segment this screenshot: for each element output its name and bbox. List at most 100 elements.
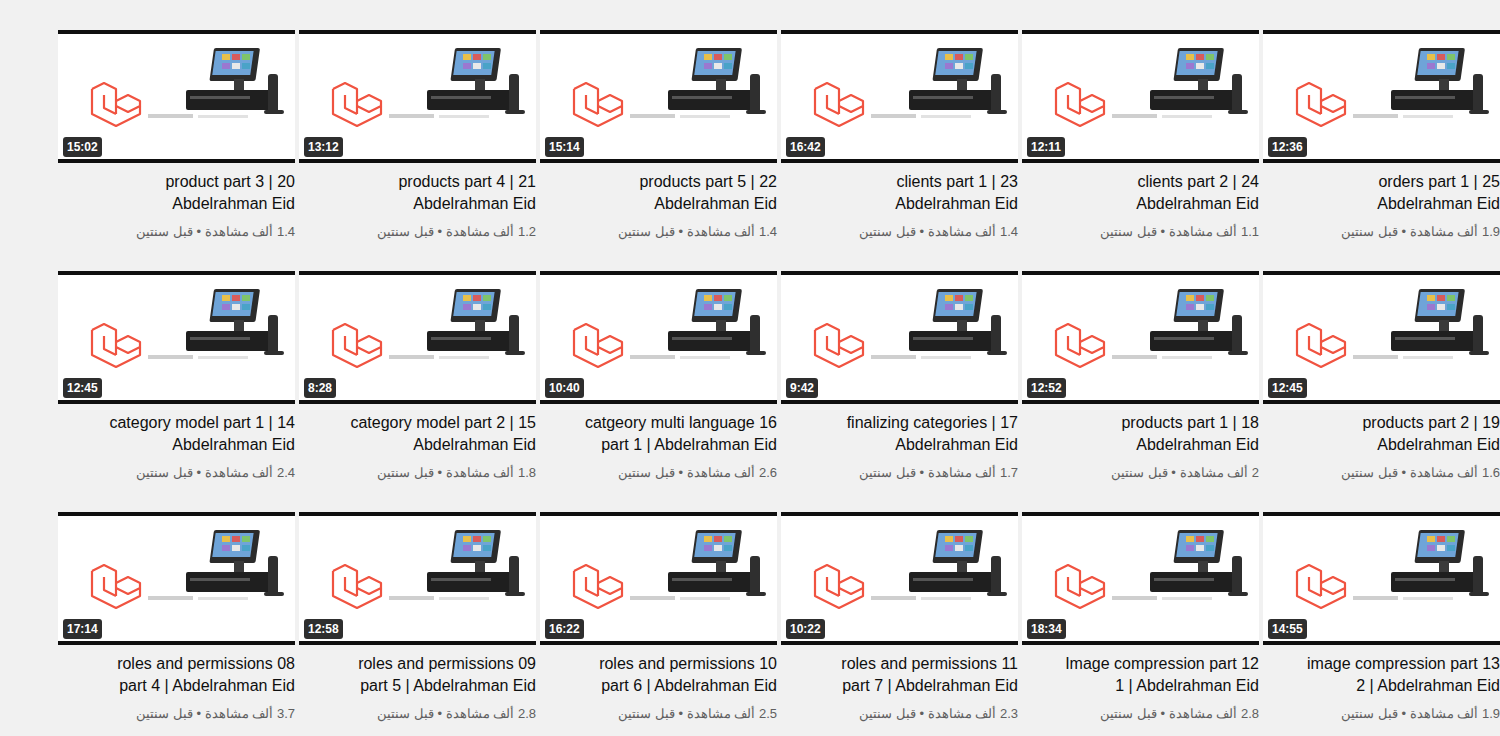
- title-line[interactable]: roles and permissions 08: [58, 653, 295, 675]
- video-title[interactable]: Image compression part 121 | Abdelrahman…: [1022, 653, 1259, 697]
- title-line[interactable]: part 5 | Abdelrahman Eid: [299, 675, 536, 697]
- video-title[interactable]: orders part 1 | 25Abdelrahman Eid: [1263, 171, 1500, 215]
- title-line[interactable]: clients part 2 | 24: [1022, 171, 1259, 193]
- video-meta: 2.8 ألف مشاهدة • قبل سنتين: [1022, 705, 1259, 723]
- video-thumbnail[interactable]: 18:34: [1022, 512, 1259, 645]
- video-card[interactable]: 18:34 Image compression part 121 | Abdelr…: [1022, 512, 1259, 723]
- title-line[interactable]: products part 1 | 18: [1022, 412, 1259, 434]
- title-line[interactable]: part 4 | Abdelrahman Eid: [58, 675, 295, 697]
- video-thumbnail[interactable]: 9:42: [781, 271, 1018, 404]
- video-title[interactable]: clients part 1 | 23Abdelrahman Eid: [781, 171, 1018, 215]
- title-line[interactable]: product part 3 | 20: [58, 171, 295, 193]
- title-line[interactable]: Abdelrahman Eid: [299, 434, 536, 456]
- video-title[interactable]: roles and permissions 08part 4 | Abdelra…: [58, 653, 295, 697]
- video-card[interactable]: 17:14 roles and permissions 08part 4 | Ab…: [58, 512, 295, 723]
- title-line[interactable]: Abdelrahman Eid: [781, 434, 1018, 456]
- title-line[interactable]: category model part 2 | 15: [299, 412, 536, 434]
- video-thumbnail[interactable]: 8:28: [299, 271, 536, 404]
- video-meta: 1.4 ألف مشاهدة • قبل سنتين: [540, 223, 777, 241]
- video-card[interactable]: 15:14 products part 5 | 22Abdelrahman Eid…: [540, 30, 777, 241]
- title-line[interactable]: 2 | Abdelrahman Eid: [1263, 675, 1500, 697]
- video-title[interactable]: category model part 2 | 15Abdelrahman Ei…: [299, 412, 536, 456]
- video-thumbnail[interactable]: 12:36: [1263, 30, 1500, 163]
- video-thumbnail[interactable]: 12:45: [1263, 271, 1500, 404]
- title-line[interactable]: part 7 | Abdelrahman Eid: [781, 675, 1018, 697]
- video-title[interactable]: roles and permissions 11part 7 | Abdelra…: [781, 653, 1018, 697]
- video-thumbnail[interactable]: 13:12: [299, 30, 536, 163]
- video-card[interactable]: 10:40 catgeory multi language 16part 1 | …: [540, 271, 777, 482]
- video-title[interactable]: catgeory multi language 16part 1 | Abdel…: [540, 412, 777, 456]
- duration-badge: 17:14: [63, 619, 102, 639]
- duration-badge: 16:22: [545, 619, 584, 639]
- video-meta: 1.6 ألف مشاهدة • قبل سنتين: [1263, 464, 1500, 482]
- video-title[interactable]: product part 3 | 20Abdelrahman Eid: [58, 171, 295, 215]
- video-title[interactable]: finalizing categories | 17Abdelrahman Ei…: [781, 412, 1018, 456]
- duration-badge: 12:45: [63, 378, 102, 398]
- video-card[interactable]: 12:36 orders part 1 | 25Abdelrahman Eid 1.…: [1263, 30, 1500, 241]
- video-meta: 1.2 ألف مشاهدة • قبل سنتين: [299, 223, 536, 241]
- video-title[interactable]: roles and permissions 10part 6 | Abdelra…: [540, 653, 777, 697]
- title-line[interactable]: roles and permissions 09: [299, 653, 536, 675]
- video-title[interactable]: category model part 1 | 14Abdelrahman Ei…: [58, 412, 295, 456]
- video-card[interactable]: 16:22 roles and permissions 10part 6 | Ab…: [540, 512, 777, 723]
- title-line[interactable]: products part 4 | 21: [299, 171, 536, 193]
- title-line[interactable]: roles and permissions 11: [781, 653, 1018, 675]
- title-line[interactable]: roles and permissions 10: [540, 653, 777, 675]
- video-card[interactable]: 15:02product part 3 | 20Abdelrahman Eid1…: [58, 30, 295, 241]
- title-line[interactable]: part 1 | Abdelrahman Eid: [540, 434, 777, 456]
- video-meta: 1.9 ألف مشاهدة • قبل سنتين: [1263, 223, 1500, 241]
- video-title[interactable]: products part 2 | 19Abdelrahman Eid: [1263, 412, 1500, 456]
- duration-badge: 12:58: [304, 619, 343, 639]
- title-line[interactable]: products part 2 | 19: [1263, 412, 1500, 434]
- video-card[interactable]: 12:45 products part 2 | 19Abdelrahman Eid…: [1263, 271, 1500, 482]
- video-card[interactable]: 13:12 products part 4 | 21Abdelrahman Eid…: [299, 30, 536, 241]
- title-line[interactable]: Abdelrahman Eid: [1263, 434, 1500, 456]
- title-line[interactable]: finalizing categories | 17: [781, 412, 1018, 434]
- title-line[interactable]: Image compression part 12: [1022, 653, 1259, 675]
- title-line[interactable]: Abdelrahman Eid: [1263, 193, 1500, 215]
- video-title[interactable]: image compression part 132 | Abdelrahman…: [1263, 653, 1500, 697]
- video-thumbnail[interactable]: 16:22: [540, 512, 777, 645]
- video-card[interactable]: 8:28 category model part 2 | 15Abdelrahma…: [299, 271, 536, 482]
- video-card[interactable]: 12:45 category model part 1 | 14Abdelrahm…: [58, 271, 295, 482]
- title-line[interactable]: category model part 1 | 14: [58, 412, 295, 434]
- video-thumbnail[interactable]: 12:11: [1022, 30, 1259, 163]
- video-title[interactable]: clients part 2 | 24Abdelrahman Eid: [1022, 171, 1259, 215]
- title-line[interactable]: clients part 1 | 23: [781, 171, 1018, 193]
- video-card[interactable]: 16:42clients part 1 | 23Abdelrahman Eid1…: [781, 30, 1018, 241]
- title-line[interactable]: orders part 1 | 25: [1263, 171, 1500, 193]
- title-line[interactable]: Abdelrahman Eid: [1022, 434, 1259, 456]
- video-card[interactable]: 10:22 roles and permissions 11part 7 | Ab…: [781, 512, 1018, 723]
- title-line[interactable]: Abdelrahman Eid: [58, 193, 295, 215]
- title-line[interactable]: Abdelrahman Eid: [781, 193, 1018, 215]
- video-thumbnail[interactable]: 16:42: [781, 30, 1018, 163]
- title-line[interactable]: Abdelrahman Eid: [1022, 193, 1259, 215]
- title-line[interactable]: products part 5 | 22: [540, 171, 777, 193]
- video-title[interactable]: products part 4 | 21Abdelrahman Eid: [299, 171, 536, 215]
- video-card[interactable]: 14:55 image compression part 132 | Abdelr…: [1263, 512, 1500, 723]
- video-card[interactable]: 12:58 roles and permissions 09part 5 | Ab…: [299, 512, 536, 723]
- title-line[interactable]: Abdelrahman Eid: [299, 193, 536, 215]
- video-card[interactable]: 9:42 finalizing categories | 17Abdelrahma…: [781, 271, 1018, 482]
- title-line[interactable]: Abdelrahman Eid: [540, 193, 777, 215]
- video-thumbnail[interactable]: 10:40: [540, 271, 777, 404]
- video-card[interactable]: 12:52 products part 1 | 18Abdelrahman Eid…: [1022, 271, 1259, 482]
- title-line[interactable]: image compression part 13: [1263, 653, 1500, 675]
- title-line[interactable]: catgeory multi language 16: [540, 412, 777, 434]
- video-thumbnail[interactable]: 12:45: [58, 271, 295, 404]
- title-line[interactable]: part 6 | Abdelrahman Eid: [540, 675, 777, 697]
- video-thumbnail[interactable]: 10:22: [781, 512, 1018, 645]
- video-title[interactable]: products part 5 | 22Abdelrahman Eid: [540, 171, 777, 215]
- video-title[interactable]: roles and permissions 09part 5 | Abdelra…: [299, 653, 536, 697]
- video-meta: 2.4 ألف مشاهدة • قبل سنتين: [58, 464, 295, 482]
- video-thumbnail[interactable]: 12:52: [1022, 271, 1259, 404]
- video-card[interactable]: 12:11clients part 2 | 24Abdelrahman Eid1…: [1022, 30, 1259, 241]
- video-thumbnail[interactable]: 17:14: [58, 512, 295, 645]
- video-thumbnail[interactable]: 15:14: [540, 30, 777, 163]
- title-line[interactable]: 1 | Abdelrahman Eid: [1022, 675, 1259, 697]
- title-line[interactable]: Abdelrahman Eid: [58, 434, 295, 456]
- video-title[interactable]: products part 1 | 18Abdelrahman Eid: [1022, 412, 1259, 456]
- video-thumbnail[interactable]: 12:58: [299, 512, 536, 645]
- video-thumbnail[interactable]: 14:55: [1263, 512, 1500, 645]
- video-thumbnail[interactable]: 15:02: [58, 30, 295, 163]
